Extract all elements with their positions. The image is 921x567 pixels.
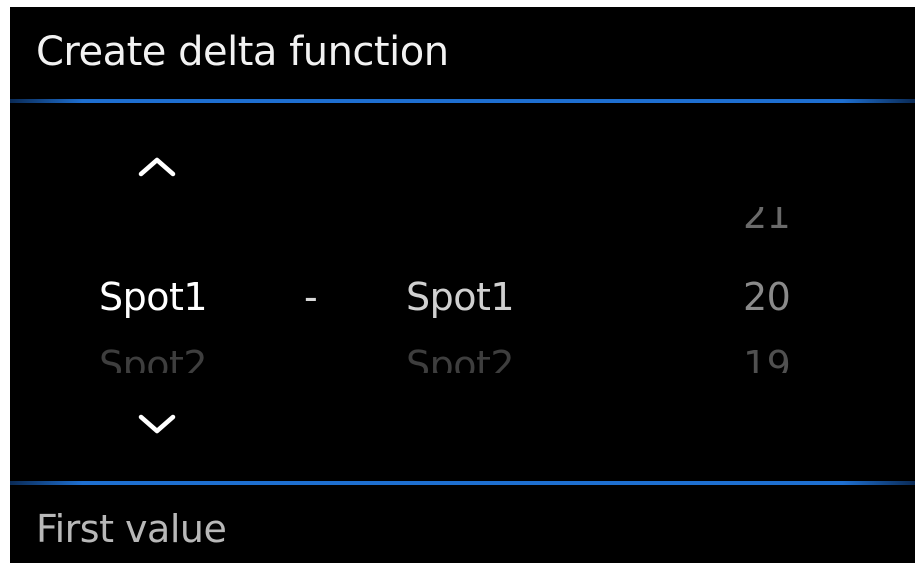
footer-label: First value	[36, 507, 227, 551]
second-value-wheel[interactable]: Spot1 Spot2	[406, 207, 576, 373]
bottom-divider	[10, 481, 915, 485]
delta-function-dialog: Create delta function Spot1 Spot2 - Spot…	[10, 7, 915, 563]
dialog-title: Create delta function	[36, 29, 449, 75]
first-value-wheel[interactable]: Spot1 Spot2	[99, 207, 269, 373]
chevron-down-icon[interactable]	[135, 411, 179, 439]
chevron-up-icon[interactable]	[135, 152, 179, 180]
first-value-selected[interactable]: Spot1	[99, 275, 208, 319]
top-divider	[10, 99, 915, 103]
second-value-selected[interactable]: Spot1	[406, 275, 515, 319]
second-value-next[interactable]: Spot2	[406, 343, 515, 373]
number-next[interactable]: 19	[743, 343, 791, 373]
minus-operator: -	[304, 275, 318, 319]
number-selected[interactable]: 20	[743, 275, 791, 319]
number-wheel[interactable]: 21 20 19	[743, 207, 823, 373]
first-value-next[interactable]: Spot2	[99, 343, 208, 373]
number-previous[interactable]: 21	[743, 207, 791, 237]
